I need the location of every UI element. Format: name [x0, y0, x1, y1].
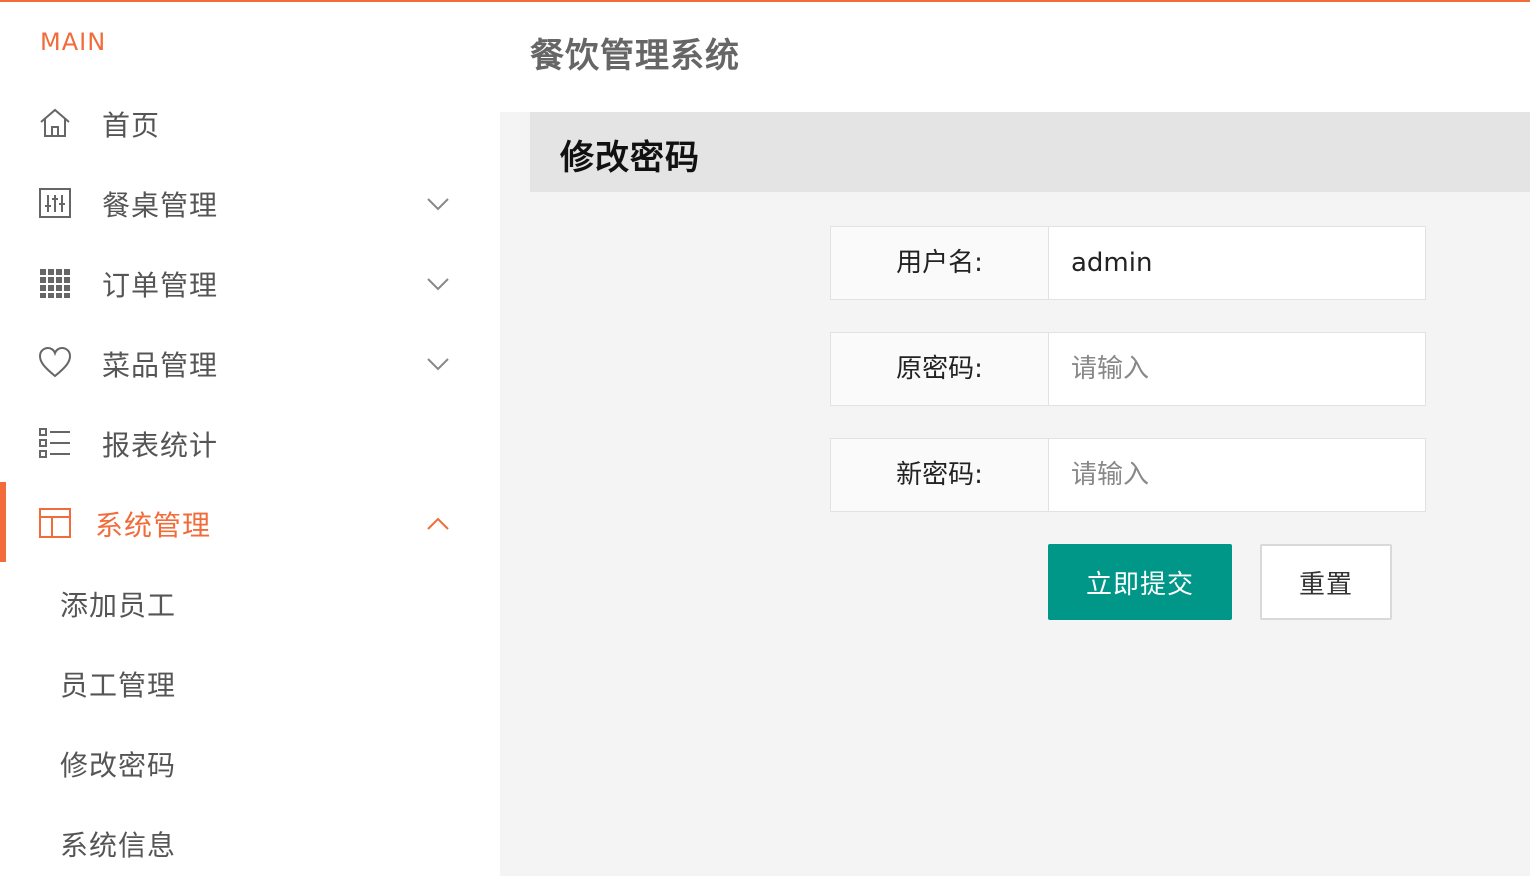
sidebar-item-order-management[interactable]: 订单管理 [0, 242, 500, 322]
old-password-label: 原密码: [831, 333, 1049, 405]
sidebar-item-label: 系统管理 [95, 509, 212, 542]
sidebar: MAIN 首页 餐桌管理 订单管理 菜品管理 报表统计 系统管理 添加员工 员工… [0, 2, 500, 876]
old-password-input[interactable] [1049, 333, 1425, 405]
page-title: 修改密码 [560, 138, 700, 178]
brand-logo[interactable]: MAIN [40, 28, 106, 56]
sidebar-subitem-employee-management[interactable]: 员工管理 [0, 642, 500, 722]
app-title: 餐饮管理系统 [530, 36, 740, 76]
sidebar-item-label: 餐桌管理 [102, 189, 219, 222]
sidebar-item-label: 菜品管理 [102, 349, 219, 382]
sidebar-subitem-label: 员工管理 [60, 669, 177, 702]
sidebar-subitem-label: 修改密码 [60, 749, 177, 782]
sidebar-item-reports[interactable]: 报表统计 [0, 402, 500, 482]
card-header: 修改密码 [530, 112, 1530, 192]
sidebar-subitem-add-employee[interactable]: 添加员工 [0, 562, 500, 642]
heart-icon [38, 346, 72, 380]
new-password-input[interactable] [1049, 439, 1425, 511]
sidebar-item-table-management[interactable]: 餐桌管理 [0, 162, 500, 242]
old-password-row: 原密码: [830, 332, 1426, 406]
sidebar-item-dish-management[interactable]: 菜品管理 [0, 322, 500, 402]
username-row: 用户名: [830, 226, 1426, 300]
sliders-icon [38, 186, 72, 220]
sidebar-item-home[interactable]: 首页 [0, 82, 500, 162]
sidebar-subitem-change-password[interactable]: 修改密码 [0, 722, 500, 802]
sidebar-item-label: 首页 [102, 109, 161, 142]
new-password-label: 新密码: [831, 439, 1049, 511]
new-password-row: 新密码: [830, 438, 1426, 512]
submit-button[interactable]: 立即提交 [1048, 544, 1232, 620]
chevron-down-icon[interactable] [424, 190, 452, 218]
chevron-down-icon[interactable] [424, 350, 452, 378]
username-input[interactable] [1049, 227, 1425, 299]
grid-icon [38, 266, 72, 300]
sidebar-item-label: 报表统计 [102, 429, 219, 462]
chevron-up-icon[interactable] [424, 510, 452, 538]
home-icon [38, 106, 72, 140]
sidebar-item-system-management[interactable]: 系统管理 [0, 482, 500, 562]
main-content: 修改密码 用户名: 原密码: 新密码: 立即提交 重置 [500, 112, 1530, 876]
username-label: 用户名: [831, 227, 1049, 299]
sidebar-item-label: 订单管理 [102, 269, 219, 302]
list-icon [38, 426, 72, 460]
sidebar-subitem-label: 系统信息 [60, 829, 177, 862]
active-indicator [0, 482, 6, 562]
chevron-down-icon[interactable] [424, 270, 452, 298]
layout-icon [38, 506, 72, 540]
sidebar-subitem-system-info[interactable]: 系统信息 [0, 802, 500, 882]
reset-button[interactable]: 重置 [1260, 544, 1392, 620]
sidebar-subitem-label: 添加员工 [60, 589, 177, 622]
